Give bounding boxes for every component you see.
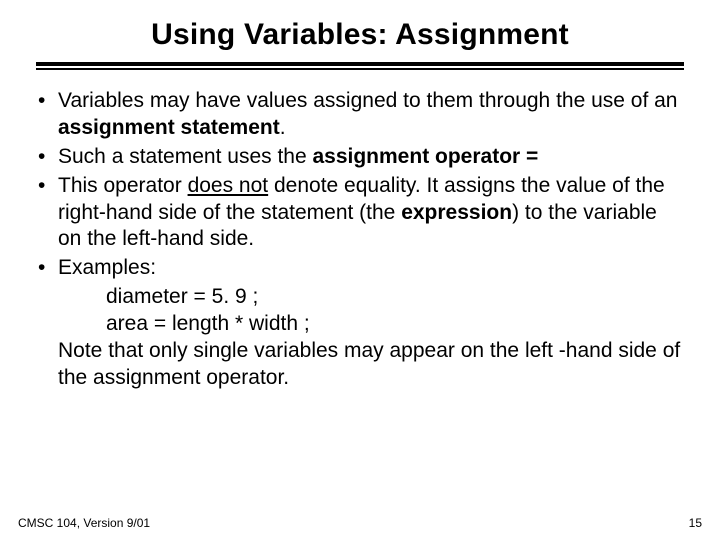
b1-post: . — [280, 116, 286, 139]
slide-footer: CMSC 104, Version 9/01 15 — [18, 516, 702, 530]
note-text: Note that only single variables may appe… — [36, 338, 684, 392]
example-2: area = length * width ; — [106, 311, 684, 338]
slide: Using Variables: Assignment Variables ma… — [0, 0, 720, 540]
b2-bold: assignment operator = — [312, 145, 538, 168]
footer-page-number: 15 — [689, 516, 702, 530]
examples-block: diameter = 5. 9 ; area = length * width … — [36, 284, 684, 338]
bullet-1: Variables may have values assigned to th… — [36, 88, 684, 142]
bullet-2: Such a statement uses the assignment ope… — [36, 144, 684, 171]
b2-pre: Such a statement uses the — [58, 145, 312, 168]
title-rule — [36, 62, 684, 70]
b3-pre: This operator — [58, 174, 188, 197]
b1-pre: Variables may have values assigned to th… — [58, 89, 678, 112]
b3-underline: does not — [188, 174, 269, 197]
b3-bold: expression — [401, 201, 512, 224]
slide-title: Using Variables: Assignment — [36, 18, 684, 52]
bullet-4: Examples: — [36, 255, 684, 282]
bullet-3: This operator does not denote equality. … — [36, 173, 684, 254]
rule-thin — [36, 68, 684, 70]
rule-thick — [36, 62, 684, 66]
b1-bold: assignment statement — [58, 116, 280, 139]
example-1: diameter = 5. 9 ; — [106, 284, 684, 311]
b4-label: Examples: — [58, 256, 156, 279]
slide-body: Variables may have values assigned to th… — [36, 88, 684, 392]
bullet-list: Variables may have values assigned to th… — [36, 88, 684, 282]
footer-left: CMSC 104, Version 9/01 — [18, 516, 150, 530]
